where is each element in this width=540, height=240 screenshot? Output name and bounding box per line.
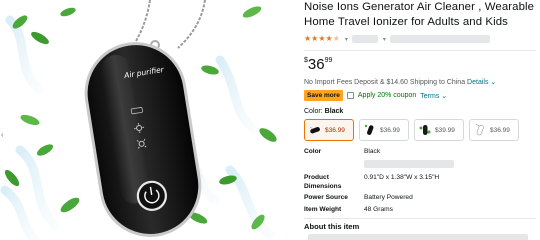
star-empty-icon: ★ — [332, 34, 340, 43]
spec-row: Power Source Battery Powered — [304, 194, 454, 206]
lanyard-chain — [131, 0, 206, 49]
spec-row: Product Dimensions 0.91"D x 1.38"W x 3.1… — [304, 174, 454, 194]
price: $ 36 99 — [304, 56, 540, 76]
color-option-green[interactable]: $39.99 — [414, 119, 464, 141]
option-price: $36.99 — [325, 126, 345, 134]
star-icon: ★ — [304, 34, 312, 43]
color-option-black-2[interactable]: $36.99 — [359, 119, 409, 141]
rating-row[interactable]: ★ ★ ★ ★ ★ ▾ ▾ — [304, 34, 540, 44]
option-price: $39.99 — [435, 126, 455, 134]
about-heading: About this item — [304, 222, 360, 231]
redacted-bullet — [308, 234, 528, 240]
redacted-rating-info — [389, 35, 490, 43]
color-label: Color: Black — [304, 108, 344, 115]
shipping-text: No Import Fees Deposit & $14.60 Shipping… — [304, 79, 466, 86]
spec-value: Black — [364, 148, 381, 155]
star-icon: ★ — [311, 34, 319, 43]
chevron-down-icon[interactable]: ⌄ — [490, 79, 496, 86]
device-thumbnail-icon — [364, 124, 374, 135]
spec-key: Item Weight — [304, 205, 342, 213]
spec-key: Color — [304, 148, 322, 155]
chevron-down-icon: ▾ — [382, 36, 386, 43]
device-thumbnail-icon — [309, 126, 320, 134]
save-more-badge: Save more — [304, 90, 343, 101]
divider — [304, 50, 536, 51]
option-price: $36.99 — [380, 126, 400, 134]
product-title[interactable]: Noise Ions Generator Air Cleaner , Weara… — [304, 0, 540, 30]
color-swatches: $36.99 $36.99 $39.99 $36.99 — [304, 119, 540, 141]
star-rating[interactable]: ★ ★ ★ ★ ★ — [304, 35, 340, 43]
redacted-rating-count — [351, 35, 378, 43]
product-image[interactable]: ‹ Air purifier — [0, 0, 298, 240]
product-specs: Color Black Product Dimensions 0.91"D x … — [304, 148, 454, 217]
divider — [304, 218, 536, 219]
star-half-icon: ★ — [325, 34, 333, 43]
spec-key: Power Source — [304, 194, 348, 201]
spec-row — [304, 159, 454, 175]
product-photo — [0, 0, 277, 240]
coupon-row: Save more Apply 20% coupon Terms ⌄ — [304, 90, 540, 101]
coupon-terms-link[interactable]: Terms ⌄ — [420, 92, 447, 100]
spec-row: Item Weight 48 Grams — [304, 206, 454, 218]
coupon-checkbox[interactable] — [346, 92, 354, 99]
color-option-black[interactable]: $36.99 — [304, 119, 354, 141]
chevron-down-icon[interactable]: ▾ — [345, 36, 348, 43]
price-fraction: 99 — [324, 57, 333, 64]
redacted-spec — [364, 159, 454, 168]
shipping-details-link[interactable]: Details — [467, 79, 488, 86]
air-purifier-device — [84, 42, 202, 237]
shipping-info: No Import Fees Deposit & $14.60 Shipping… — [304, 78, 540, 86]
spec-value: 0.91"D x 1.38"W x 3.15"H — [364, 174, 440, 181]
option-price: $36.99 — [490, 126, 510, 134]
selected-color: Black — [324, 108, 344, 115]
spec-row: Color Black — [304, 148, 454, 160]
coupon-text[interactable]: Apply 20% coupon — [358, 92, 416, 99]
title-line-1: Noise Ions Generator Air Cleaner , Weara… — [304, 1, 535, 13]
device-thumbnail-icon — [419, 125, 431, 135]
color-option-white[interactable]: $36.99 — [469, 119, 519, 141]
price-whole: 36 — [307, 56, 325, 73]
product-details: Noise Ions Generator Air Cleaner , Weara… — [304, 0, 540, 240]
spec-value: 48 Grams — [364, 205, 393, 213]
title-line-2: Home Travel Ionizer for Adults and Kids — [304, 16, 508, 28]
device-thumbnail-icon — [475, 123, 484, 136]
star-icon: ★ — [318, 34, 326, 43]
about-bullets — [304, 234, 540, 240]
spec-value: Battery Powered — [364, 194, 413, 201]
spec-key: Product Dimensions — [304, 174, 342, 190]
image-edge-mark: ‹ — [1, 132, 4, 139]
